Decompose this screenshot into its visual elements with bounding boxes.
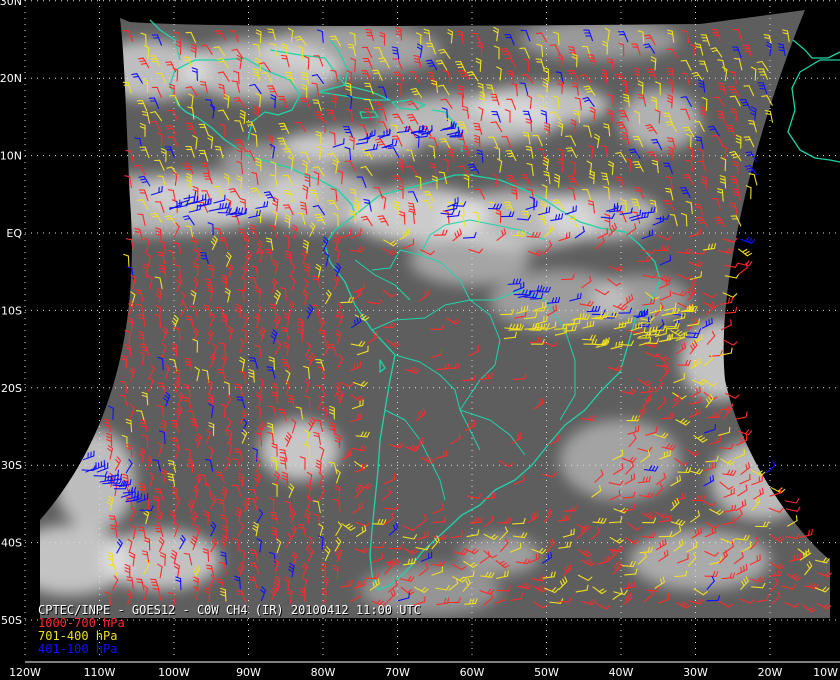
longitude-label: 60W [460, 666, 485, 679]
longitude-label: 70W [385, 666, 410, 679]
latitude-label: 30S [1, 459, 22, 472]
longitude-label: 90W [236, 666, 261, 679]
cloud-patch [620, 90, 700, 150]
cloud-patch [410, 235, 530, 285]
cloud-patch [260, 420, 340, 480]
legend-high-level: 401-100 hPa [38, 642, 118, 656]
longitude-label: 10W [813, 666, 838, 679]
cloud-patch [460, 535, 540, 575]
longitude-label: 50W [534, 666, 559, 679]
latitude-label: 20S [1, 382, 22, 395]
latitude-label: 40S [1, 537, 22, 550]
satellite-wind-map: 30N 20N 10N EQ 10S 20S 30S 40S 50S 120W 110W 100W 9… [0, 0, 840, 680]
latitude-label: EQ [6, 227, 22, 240]
longitude-label: 100W [158, 666, 190, 679]
cloud-patch [630, 530, 770, 590]
cloud-patch [470, 85, 610, 125]
latitude-label: 10S [1, 304, 22, 317]
longitude-label: 30W [683, 666, 708, 679]
longitude-label: 120W [9, 666, 41, 679]
latitude-label: 20N [0, 72, 22, 85]
latitude-label: 30N [0, 0, 22, 8]
cloud-patch [100, 530, 220, 590]
longitude-label: 80W [311, 666, 336, 679]
latitude-label: 50S [1, 614, 22, 627]
cloud-patch [520, 20, 680, 60]
latitude-label: 10N [0, 150, 22, 163]
longitude-label: 40W [609, 666, 634, 679]
longitude-label: 20W [758, 666, 783, 679]
longitude-label: 110W [84, 666, 116, 679]
